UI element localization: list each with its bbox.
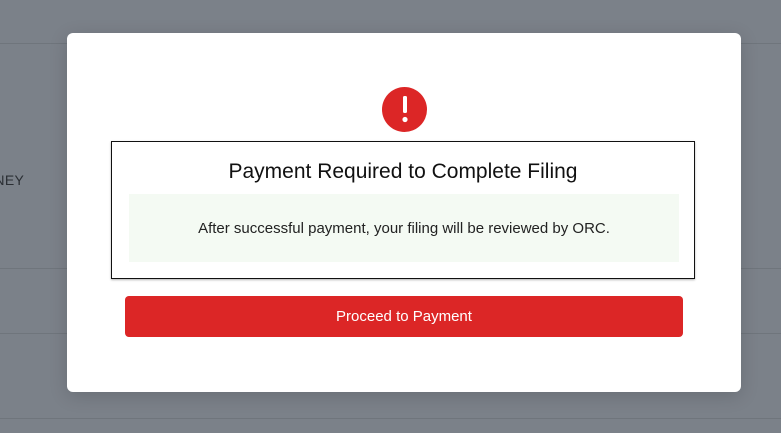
- payment-message-box: Payment Required to Complete Filing Afte…: [111, 141, 695, 279]
- modal-title: Payment Required to Complete Filing: [228, 160, 578, 183]
- background-label: RNEY: [0, 172, 25, 188]
- info-panel: After successful payment, your filing wi…: [129, 194, 679, 262]
- exclamation-circle-icon: [382, 87, 427, 132]
- proceed-to-payment-button[interactable]: Proceed to Payment: [125, 296, 683, 337]
- info-text: After successful payment, your filing wi…: [198, 219, 610, 237]
- background-divider: [0, 418, 781, 419]
- payment-modal: Payment Required to Complete Filing Afte…: [67, 33, 741, 392]
